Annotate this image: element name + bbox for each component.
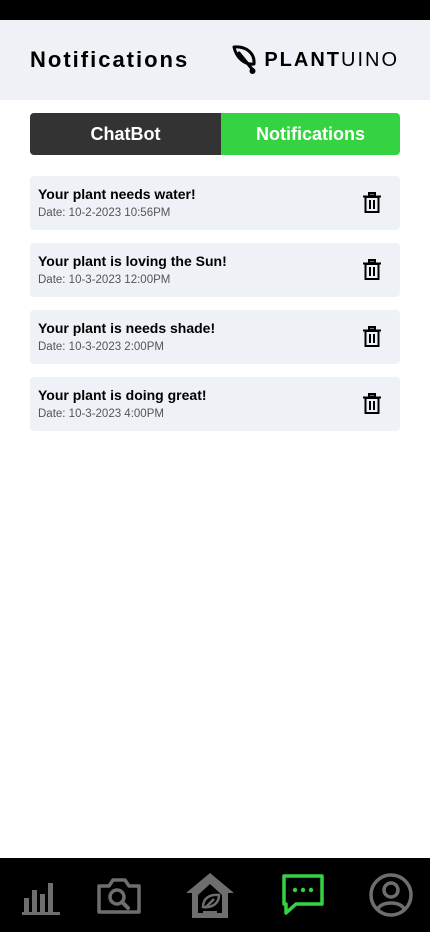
tab-switcher: ChatBot Notifications	[30, 113, 400, 155]
app-header: Notifications PLANTUINO	[0, 20, 430, 100]
leaf-logo-icon	[232, 45, 256, 74]
notification-item[interactable]: Your plant is doing great! Date: 10-3-20…	[30, 377, 400, 431]
nav-item-profile[interactable]	[363, 858, 419, 932]
nav-item-home[interactable]	[181, 858, 239, 932]
nav-item-camera[interactable]	[92, 858, 146, 932]
notification-title: Your plant is needs shade!	[38, 320, 216, 336]
notification-date: Date: 10-3-2023 2:00PM	[38, 341, 164, 353]
camera-search-icon	[97, 878, 141, 914]
home-leaf-icon	[186, 873, 234, 918]
notification-item[interactable]: Your plant needs water! Date: 10-2-2023 …	[30, 176, 400, 230]
tab-notifications[interactable]: Notifications	[221, 113, 400, 155]
notification-list: Your plant needs water! Date: 10-2-2023 …	[30, 176, 400, 444]
trash-icon[interactable]	[362, 192, 382, 214]
page-title: Notifications	[30, 47, 190, 72]
trash-icon[interactable]	[362, 326, 382, 348]
brand-logo: PLANTUINO	[231, 44, 399, 76]
bottom-nav	[0, 858, 430, 932]
notification-title: Your plant needs water!	[38, 186, 196, 202]
notification-title: Your plant is loving the Sun!	[38, 253, 227, 269]
notification-item[interactable]: Your plant is needs shade! Date: 10-3-20…	[30, 310, 400, 364]
brand-name-light: UINO	[341, 49, 399, 71]
tab-chatbot[interactable]: ChatBot	[30, 113, 221, 155]
notification-date: Date: 10-2-2023 10:56PM	[38, 207, 171, 219]
trash-icon[interactable]	[362, 259, 382, 281]
notification-date: Date: 10-3-2023 12:00PM	[38, 274, 171, 286]
bar-chart-icon	[22, 883, 60, 915]
chat-bubble-icon	[282, 874, 324, 915]
notification-date: Date: 10-3-2023 4:00PM	[38, 408, 164, 420]
trash-icon[interactable]	[362, 393, 382, 415]
user-profile-icon	[369, 873, 413, 917]
nav-item-chat[interactable]	[276, 858, 330, 932]
status-bar	[0, 0, 430, 20]
notification-item[interactable]: Your plant is loving the Sun! Date: 10-3…	[30, 243, 400, 297]
brand-name-strong: PLANT	[264, 49, 341, 71]
notification-title: Your plant is doing great!	[38, 387, 207, 403]
brand-name: PLANTUINO	[264, 48, 399, 72]
nav-item-stats[interactable]	[14, 858, 68, 932]
